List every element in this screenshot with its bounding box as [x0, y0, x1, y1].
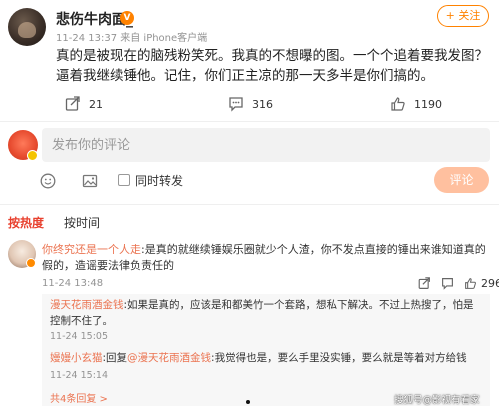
reply-mention[interactable]: @漫天花雨酒金钱: [127, 352, 211, 364]
comment-icon: [442, 278, 453, 290]
reply-text: 嫚嫚小玄猫:回复@漫天花雨酒金钱:我觉得也是，要么手里没实锤，要么就是等着对方给…: [50, 350, 482, 366]
more-replies-link[interactable]: 共4条回复 >: [50, 390, 108, 405]
share-icon: [418, 277, 430, 289]
watermark: 搜狐号@影视有看家: [394, 395, 480, 406]
comment-like-button[interactable]: 296: [464, 277, 499, 290]
reply-body: :我觉得也是，要么手里没实锤，要么就是等着对方给钱: [211, 352, 467, 364]
thumbs-up-icon: [391, 97, 405, 111]
pager-dot: [246, 400, 250, 404]
comment-count: 316: [252, 97, 273, 111]
member-badge-icon: [26, 258, 36, 268]
vip-badge-icon: V: [120, 11, 134, 25]
like-count: 1190: [414, 97, 442, 111]
follow-button[interactable]: + 关注: [437, 5, 489, 27]
comment-input[interactable]: [42, 128, 490, 162]
reply-author[interactable]: 漫天花雨酒金钱: [50, 299, 124, 311]
comment-reply-button[interactable]: [441, 277, 454, 290]
reply-author[interactable]: 嫚嫚小玄猫: [50, 352, 103, 364]
tab-sort-hot[interactable]: 按热度: [8, 214, 44, 231]
comment-like-count: 296: [481, 277, 499, 290]
divider: [0, 121, 499, 122]
comment-share-button[interactable]: [418, 277, 431, 290]
comment-text: 你终究还是一个人走:是真的就继续锤娱乐圈就少个人渣，你不发点直接的锤出来谁知道真…: [42, 242, 490, 274]
reply-prefix: :回复: [102, 352, 128, 364]
comment-icon: [229, 97, 243, 112]
emoji-icon[interactable]: [40, 173, 56, 189]
thumbs-up-icon: [465, 278, 476, 289]
repost-checkbox-label: 同时转发: [135, 174, 184, 188]
reply-text: 漫天花雨酒金钱:如果是真的，应该是和都美竹一个套路，想私下解决。不过上热搜了，怕…: [50, 297, 482, 329]
divider: [0, 204, 499, 205]
comment-time: 11-24 13:48: [42, 278, 104, 289]
like-button[interactable]: 1190: [390, 95, 442, 113]
verified-badge-icon: [27, 150, 38, 161]
repost-button[interactable]: 21: [65, 95, 103, 113]
repost-icon: [65, 96, 80, 111]
reply-time: 11-24 15:14: [50, 370, 109, 381]
commenter-name[interactable]: 你终究还是一个人走: [42, 243, 141, 256]
tab-sort-time[interactable]: 按时间: [64, 214, 100, 231]
submit-comment-button[interactable]: 评论: [434, 167, 489, 193]
post-meta: 11-24 13:37 来自 iPhone客户端: [56, 33, 208, 44]
repost-count: 21: [89, 97, 103, 111]
comment-button[interactable]: 316: [228, 95, 273, 113]
post-author-avatar[interactable]: [8, 8, 46, 46]
image-icon[interactable]: [82, 173, 98, 189]
post-body: 真的是被现在的脑残粉笑死。我真的不想曝的图。一个个追着要我发图？逼着我继续锤他。…: [56, 48, 488, 84]
repost-checkbox[interactable]: [118, 174, 130, 186]
reply-time: 11-24 15:05: [50, 331, 109, 342]
